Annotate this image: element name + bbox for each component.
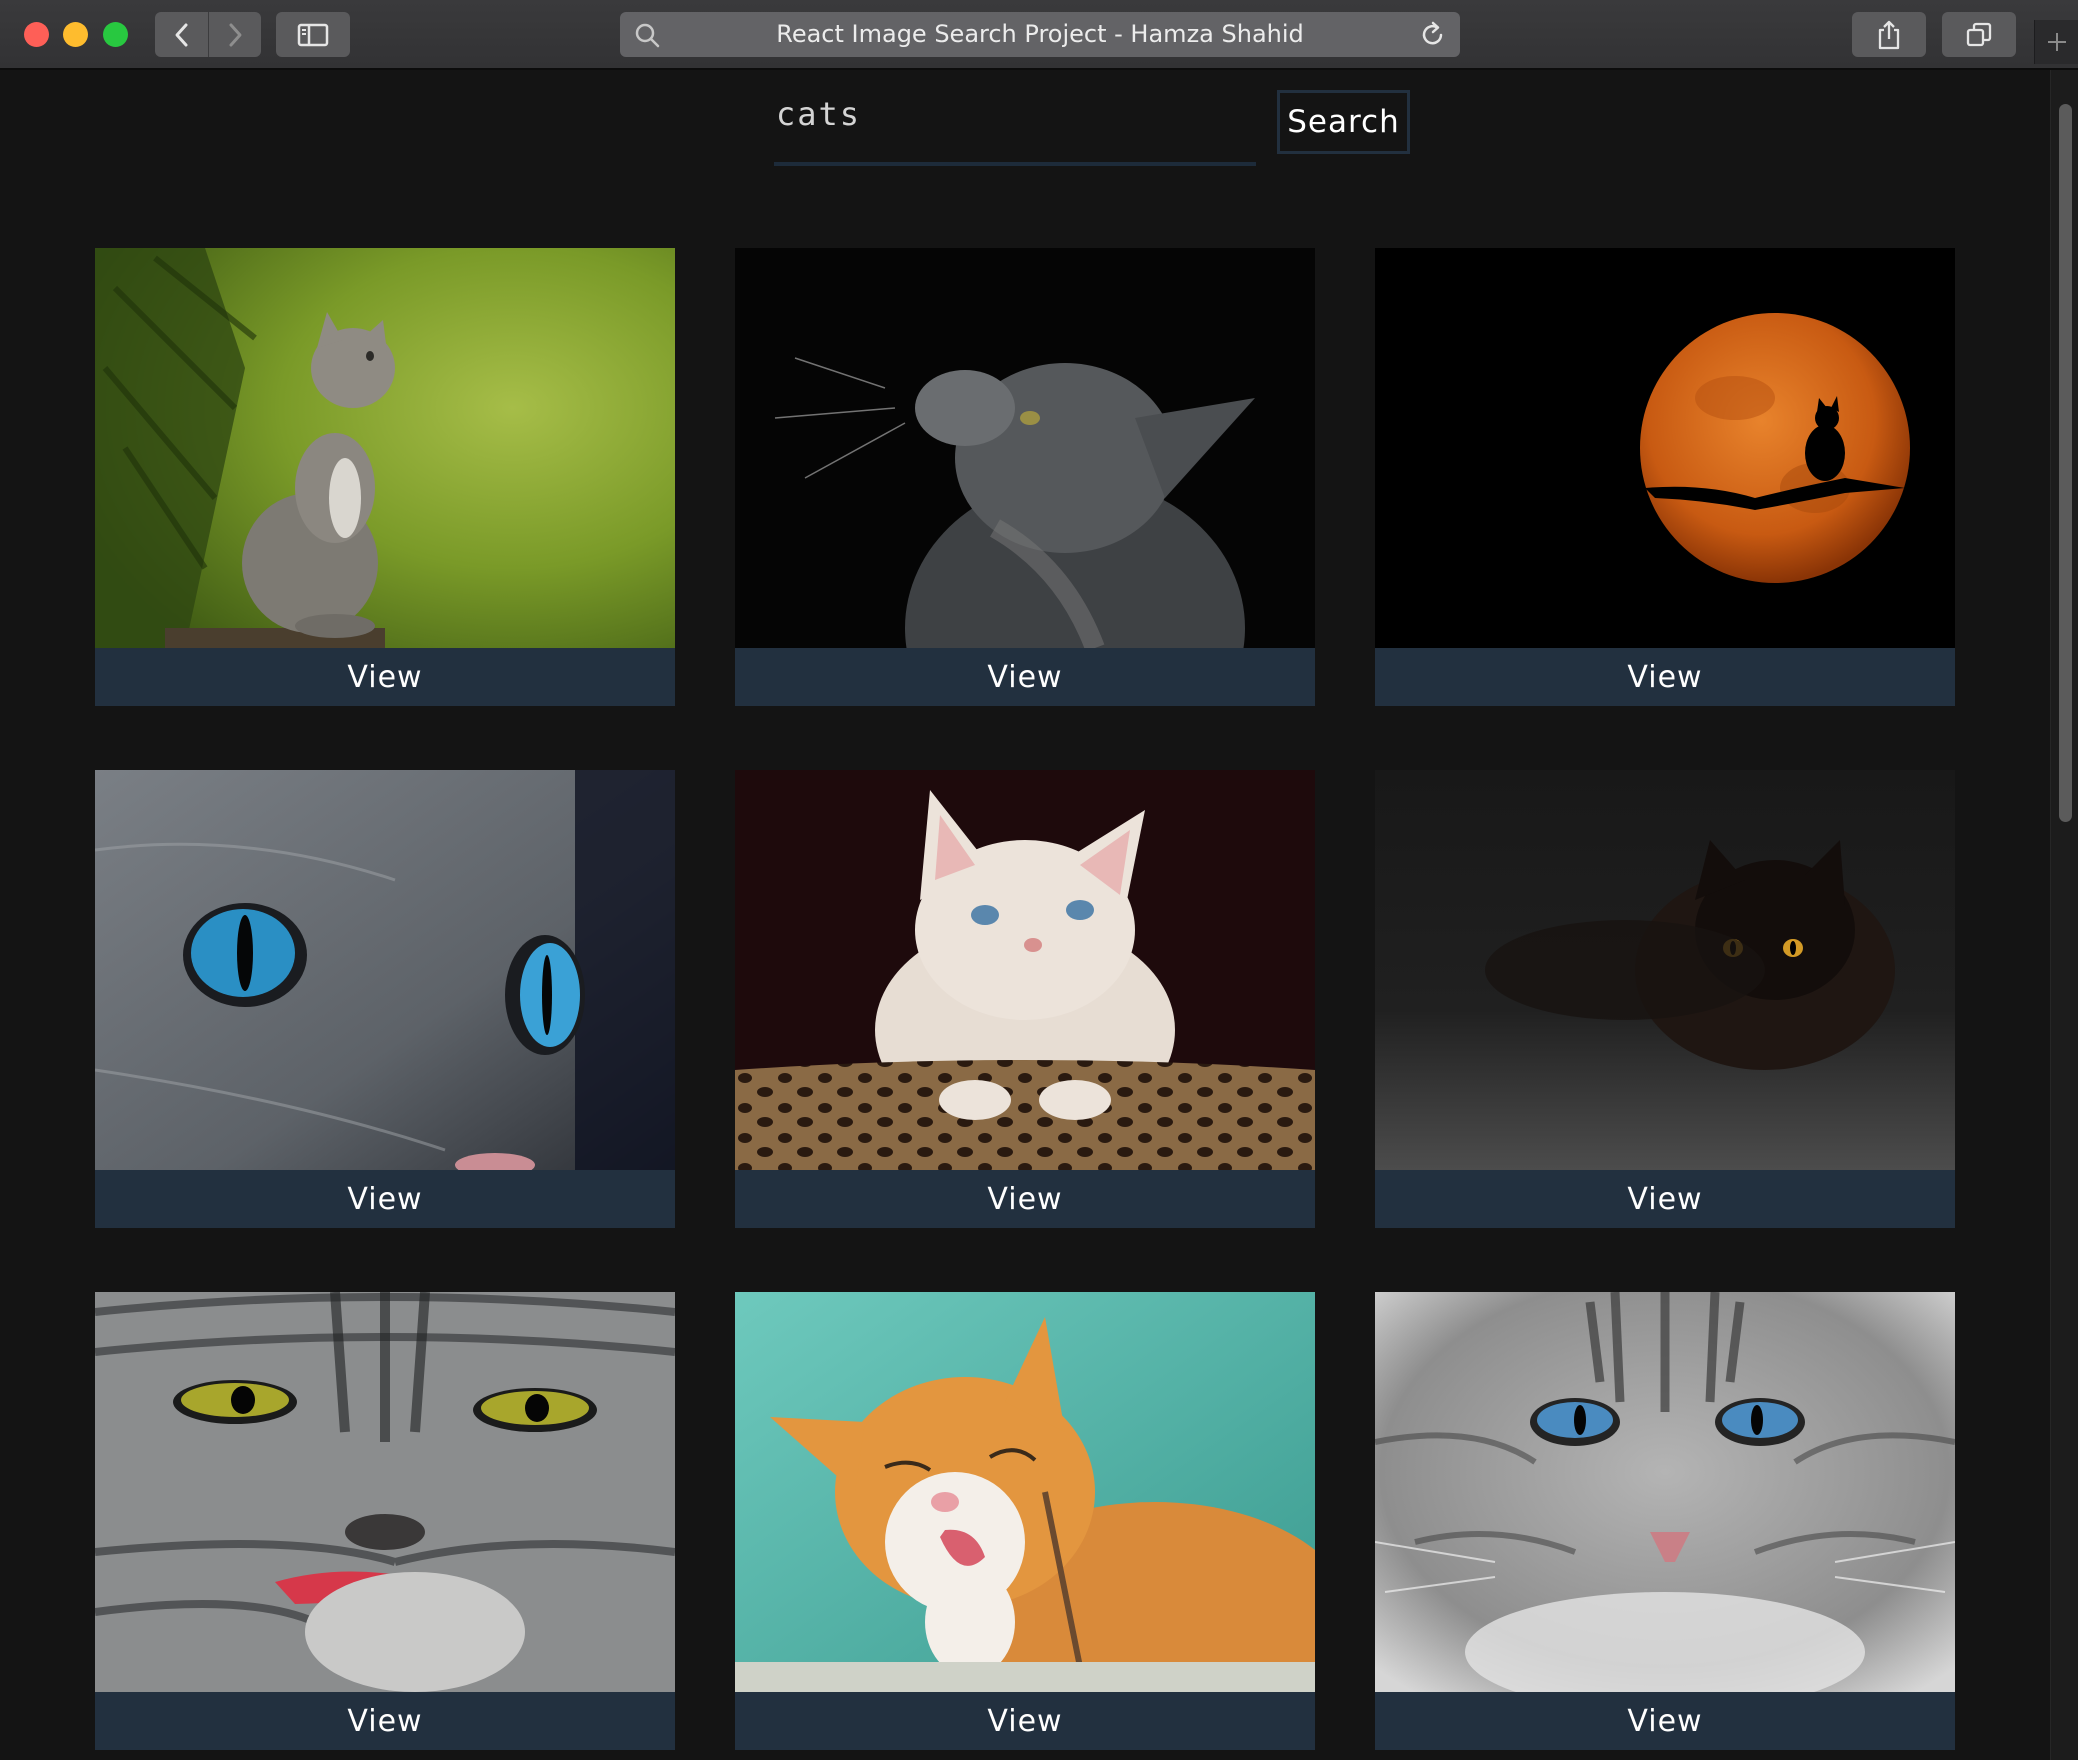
image-card: View — [95, 248, 675, 706]
result-image — [95, 1292, 675, 1692]
view-button[interactable]: View — [95, 1692, 675, 1750]
page-content: Search — [0, 70, 2050, 1760]
image-card: View — [95, 770, 675, 1228]
address-bar[interactable]: React Image Search Project - Hamza Shahi… — [620, 12, 1460, 57]
chevron-left-icon — [175, 23, 187, 46]
search-input[interactable] — [774, 86, 1256, 166]
tabs-overview-icon — [1966, 22, 1992, 46]
reload-icon[interactable] — [1420, 21, 1446, 49]
result-image — [1375, 1292, 1955, 1692]
share-icon — [1878, 20, 1900, 49]
back-button[interactable] — [155, 12, 208, 57]
zoom-window-button[interactable] — [103, 22, 128, 47]
result-image — [95, 770, 675, 1170]
view-button[interactable]: View — [95, 1170, 675, 1228]
view-button[interactable]: View — [1375, 1692, 1955, 1750]
image-card: View — [1375, 248, 1955, 706]
result-image — [95, 248, 675, 648]
search-button[interactable]: Search — [1277, 90, 1410, 154]
view-button[interactable]: View — [735, 1692, 1315, 1750]
forward-button[interactable] — [208, 12, 261, 57]
result-image — [735, 248, 1315, 648]
page-title: React Image Search Project - Hamza Shahi… — [776, 20, 1304, 48]
result-image — [1375, 770, 1955, 1170]
scrollbar-thumb[interactable] — [2059, 104, 2072, 822]
new-tab-button[interactable] — [2034, 20, 2078, 64]
minimize-window-button[interactable] — [63, 22, 88, 47]
chevron-right-icon — [229, 23, 241, 46]
result-image — [735, 770, 1315, 1170]
image-card: View — [735, 1292, 1315, 1750]
image-card: View — [735, 770, 1315, 1228]
result-image — [1375, 248, 1955, 648]
image-card: View — [735, 248, 1315, 706]
view-button[interactable]: View — [1375, 1170, 1955, 1228]
page-scrollbar[interactable] — [2050, 70, 2078, 1760]
history-navigation — [155, 12, 261, 57]
sidebar-button[interactable] — [276, 12, 350, 57]
browser-toolbar: React Image Search Project - Hamza Shahi… — [0, 0, 2078, 70]
tabs-overview-button[interactable] — [1942, 12, 2016, 57]
image-card: View — [95, 1292, 675, 1750]
share-button[interactable] — [1852, 12, 1926, 57]
view-button[interactable]: View — [95, 648, 675, 706]
view-button[interactable]: View — [1375, 648, 1955, 706]
result-image — [735, 1292, 1315, 1692]
view-button[interactable]: View — [735, 1170, 1315, 1228]
view-button[interactable]: View — [735, 648, 1315, 706]
sidebar-icon — [297, 23, 329, 46]
image-card: View — [1375, 770, 1955, 1228]
close-window-button[interactable] — [24, 22, 49, 47]
plus-icon — [2048, 33, 2066, 51]
image-card: View — [1375, 1292, 1955, 1750]
